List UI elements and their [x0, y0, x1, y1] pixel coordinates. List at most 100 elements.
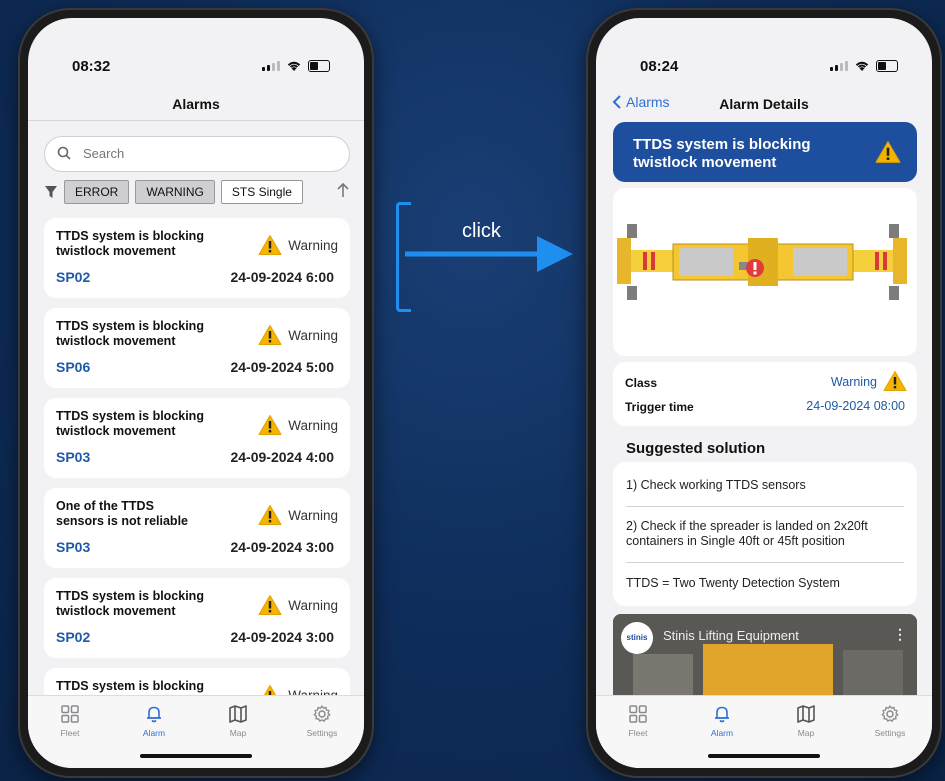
- warning-icon: [258, 595, 282, 615]
- alarm-code: SP06: [56, 359, 91, 375]
- tab-alarm[interactable]: Alarm: [124, 704, 184, 738]
- search-bar[interactable]: [44, 136, 350, 172]
- wifi-icon: [855, 61, 869, 71]
- alarm-datetime: 24-09-2024 5:00: [230, 359, 334, 375]
- tab-label: Fleet: [60, 728, 80, 738]
- alarm-title: TTDS system is blocking: [56, 679, 204, 693]
- trigger-time-value: 24-09-2024 08:00: [806, 399, 905, 413]
- alarm-card[interactable]: One of the TTDS sensors is not reliable …: [44, 488, 350, 568]
- alarm-severity: Warning: [288, 507, 338, 523]
- tab-settings[interactable]: Settings: [860, 704, 920, 738]
- alarm-code: SP02: [56, 629, 91, 645]
- clock: 08:32: [72, 58, 111, 75]
- page-title: Alarm Details: [719, 96, 809, 112]
- tab-fleet[interactable]: Fleet: [608, 704, 668, 738]
- warning-icon: [258, 325, 282, 345]
- alarm-title: TTDS system is blocking twistlock moveme…: [56, 409, 204, 438]
- map-icon: [229, 705, 247, 723]
- filter-icon[interactable]: [44, 184, 58, 200]
- class-label: Class: [625, 376, 658, 390]
- tab-alarm[interactable]: Alarm: [692, 704, 752, 738]
- alarm-severity: Warning: [288, 237, 338, 253]
- alarm-card[interactable]: TTDS system is blocking twistlock moveme…: [44, 398, 350, 478]
- alarm-datetime: 24-09-2024 6:00: [230, 269, 334, 285]
- screen-alarm-list: 08:32 Alarms ERROR WARNING STS Single TT…: [28, 18, 364, 768]
- tab-label: Map: [797, 728, 815, 738]
- alarm-code: SP03: [56, 539, 91, 555]
- warning-icon: [258, 415, 282, 435]
- tab-label: Alarm: [142, 728, 166, 738]
- solution-item: 1) Check working TTDS sensors: [626, 478, 806, 492]
- filter-chip-sts-single[interactable]: STS Single: [220, 180, 303, 204]
- clock: 08:24: [640, 58, 679, 75]
- status-bar: 08:24: [596, 18, 932, 88]
- phone-alarm-list: 08:32 Alarms ERROR WARNING STS Single TT…: [18, 8, 374, 778]
- status-icons: [262, 60, 330, 72]
- tab-label: Map: [229, 728, 247, 738]
- divider: [626, 506, 904, 507]
- alarm-severity: Warning: [288, 327, 338, 343]
- alarm-code: SP03: [56, 449, 91, 465]
- solution-item: TTDS = Two Twenty Detection System: [626, 576, 840, 590]
- trigger-time-label: Trigger time: [625, 400, 694, 414]
- status-icons: [830, 60, 898, 72]
- solution-card: 1) Check working TTDS sensors 2) Check i…: [613, 462, 917, 606]
- alarm-card[interactable]: TTDS system is blocking twistlock moveme…: [44, 218, 350, 298]
- grid-icon: [61, 705, 79, 723]
- warning-icon: [258, 505, 282, 525]
- video-title: Stinis Lifting Equipment: [663, 628, 799, 643]
- screen-alarm-details: 08:24 Alarms Alarm Details TTDS system i…: [596, 18, 932, 768]
- page-title: Alarms: [172, 96, 220, 112]
- battery-icon: [876, 60, 898, 72]
- alarm-datetime: 24-09-2024 3:00: [230, 629, 334, 645]
- gear-icon: [881, 705, 899, 722]
- bell-icon: [147, 706, 161, 723]
- tab-label: Settings: [306, 728, 338, 738]
- wifi-icon: [287, 61, 301, 71]
- gear-icon: [313, 705, 331, 722]
- bell-icon: [715, 706, 729, 723]
- search-icon: [57, 146, 71, 160]
- tab-settings[interactable]: Settings: [292, 704, 352, 738]
- alarm-code: SP02: [56, 269, 91, 285]
- chevron-left-icon: [612, 95, 621, 109]
- banner-title: TTDS system is blocking twistlock moveme…: [633, 136, 811, 171]
- tab-map[interactable]: Map: [776, 704, 836, 738]
- alarm-datetime: 24-09-2024 3:00: [230, 539, 334, 555]
- tab-bar: Fleet Alarm Map Settings: [596, 695, 932, 768]
- solution-item: 2) Check if the spreader is landed on 2x…: [626, 519, 868, 548]
- filter-chip-error[interactable]: ERROR: [64, 180, 130, 204]
- alarm-datetime: 24-09-2024 4:00: [230, 449, 334, 465]
- alarm-severity: Warning: [288, 597, 338, 613]
- search-input[interactable]: [81, 145, 335, 162]
- grid-icon: [629, 705, 647, 723]
- class-value: Warning: [830, 375, 877, 389]
- warning-icon: [883, 371, 907, 391]
- tab-label: Fleet: [628, 728, 648, 738]
- alarm-title: One of the TTDS sensors is not reliable: [56, 499, 188, 528]
- tab-map[interactable]: Map: [208, 704, 268, 738]
- alarm-title: TTDS system is blocking twistlock moveme…: [56, 229, 204, 258]
- warning-icon: [875, 141, 901, 163]
- sort-arrow-icon[interactable]: [336, 182, 350, 198]
- home-indicator[interactable]: [708, 754, 820, 758]
- alarm-banner: TTDS system is blocking twistlock moveme…: [613, 122, 917, 182]
- alarm-title: TTDS system is blocking twistlock moveme…: [56, 589, 204, 618]
- channel-logo: stinis: [621, 622, 653, 654]
- filter-bar: ERROR WARNING STS Single: [44, 180, 303, 204]
- more-options-icon[interactable]: ⋮: [893, 626, 907, 643]
- spreader-diagram: [613, 188, 917, 356]
- home-indicator[interactable]: [140, 754, 252, 758]
- alarm-card[interactable]: TTDS system is blocking twistlock moveme…: [44, 578, 350, 658]
- spreader-image: [617, 224, 907, 300]
- alarm-severity: Warning: [288, 417, 338, 433]
- alarm-title: TTDS system is blocking twistlock moveme…: [56, 319, 204, 348]
- section-title: Suggested solution: [626, 440, 766, 457]
- arrow-label: click: [462, 220, 501, 242]
- status-bar: 08:32: [28, 18, 364, 88]
- alarm-card[interactable]: TTDS system is blocking twistlock moveme…: [44, 308, 350, 388]
- tab-fleet[interactable]: Fleet: [40, 704, 100, 738]
- signal-icon: [262, 61, 280, 71]
- filter-chip-warning[interactable]: WARNING: [135, 180, 215, 204]
- tab-label: Alarm: [710, 728, 734, 738]
